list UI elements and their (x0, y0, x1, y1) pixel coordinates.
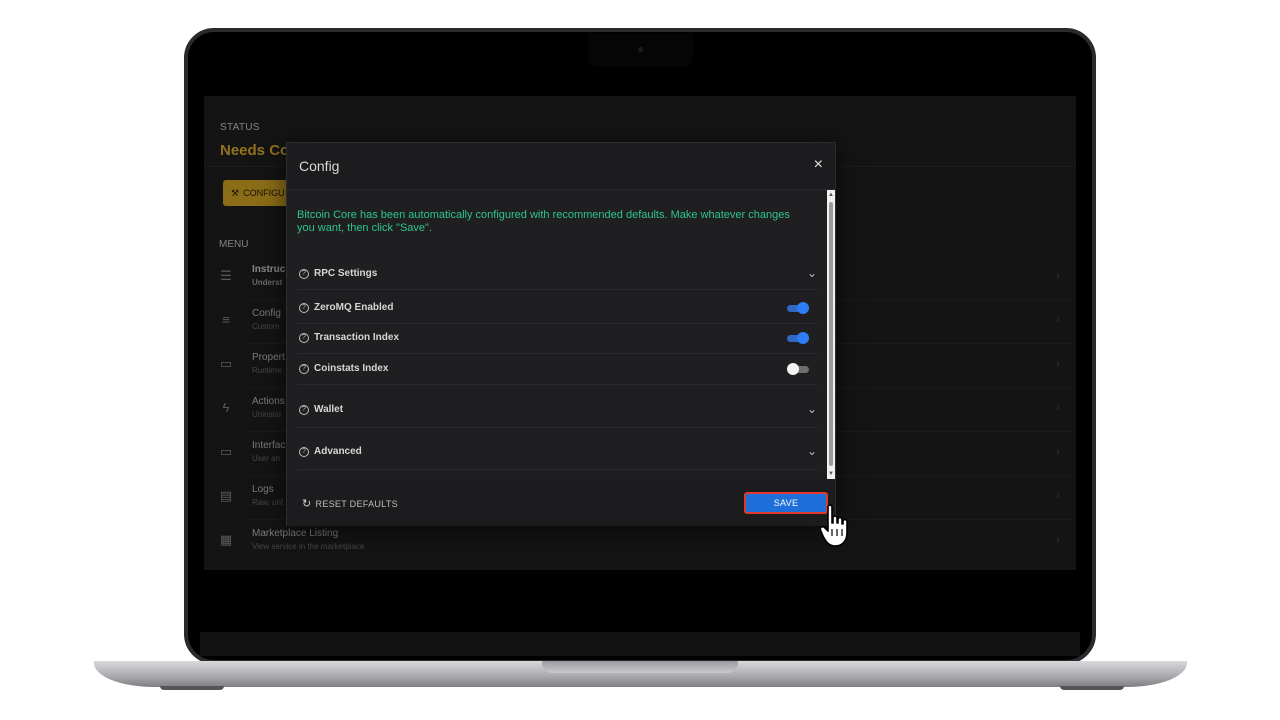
modal-body: Bitcoin Core has been automatically conf… (287, 190, 835, 479)
transaction-index-toggle[interactable] (787, 332, 809, 344)
coinstats-index-label: Coinstats Index (314, 363, 389, 374)
coinstats-index-toggle[interactable] (787, 363, 809, 375)
modal-scrollbar[interactable]: ▲ ▼ (827, 190, 835, 479)
help-icon[interactable]: ? (299, 269, 309, 279)
hand-cursor-icon (820, 504, 848, 547)
help-icon[interactable]: ? (299, 303, 309, 313)
coinstats-index-row: ? Coinstats Index (297, 355, 817, 385)
scroll-up-icon[interactable]: ▲ (828, 192, 834, 198)
reset-defaults-button[interactable]: ↻ RESET DEFAULTS (302, 497, 398, 510)
config-modal: Config × Bitcoin Core has been automatic… (286, 142, 836, 526)
zeromq-toggle[interactable] (787, 302, 809, 314)
reset-defaults-label: RESET DEFAULTS (315, 498, 398, 509)
modal-footer: ↻ RESET DEFAULTS SAVE (287, 479, 835, 526)
wallet-label: Wallet (314, 404, 344, 415)
advanced-row[interactable]: ? Advanced ⌄ (297, 436, 817, 470)
help-icon[interactable]: ? (299, 364, 309, 374)
wallet-row[interactable]: ? Wallet ⌄ (297, 394, 817, 428)
modal-title: Config (299, 158, 340, 174)
scrollbar-thumb[interactable] (829, 202, 833, 466)
laptop-foot-right (1060, 686, 1124, 690)
save-button[interactable]: SAVE (744, 492, 828, 514)
close-icon[interactable]: × (814, 156, 823, 174)
chevron-down-icon[interactable]: ⌄ (807, 266, 817, 280)
modal-header: Config × (287, 143, 835, 190)
laptop-base-notch (542, 661, 738, 673)
transaction-index-row: ? Transaction Index (297, 324, 817, 354)
help-icon[interactable]: ? (299, 405, 309, 415)
intro-text: Bitcoin Core has been automatically conf… (297, 209, 790, 234)
help-icon[interactable]: ? (299, 447, 309, 457)
rpc-settings-label: RPC Settings (314, 268, 378, 279)
advanced-label: Advanced (314, 446, 362, 457)
chevron-down-icon[interactable]: ⌄ (807, 444, 817, 458)
laptop-foot-left (160, 686, 224, 690)
help-icon[interactable]: ? (299, 333, 309, 343)
transaction-index-label: Transaction Index (314, 332, 400, 343)
zeromq-row: ? ZeroMQ Enabled (297, 294, 817, 324)
scroll-down-icon[interactable]: ▼ (828, 471, 834, 477)
refresh-icon: ↻ (302, 498, 312, 510)
camera-icon (638, 47, 643, 52)
chevron-down-icon[interactable]: ⌄ (807, 402, 817, 416)
screen-bezel-bottom (200, 632, 1080, 656)
rpc-settings-row[interactable]: ? RPC Settings ⌄ (297, 260, 817, 290)
zeromq-label: ZeroMQ Enabled (314, 302, 394, 313)
